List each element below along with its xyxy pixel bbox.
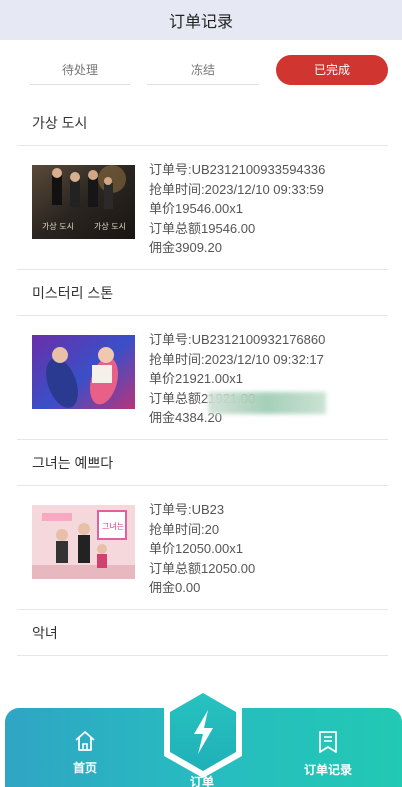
tab-completed[interactable]: 已完成 [276,55,388,85]
order-title: 그녀는 예쁘다 [17,440,388,486]
home-icon [75,731,95,751]
unit-price: 单价12050.00x1 [149,541,243,556]
commission: 佣金0.00 [149,580,201,595]
order-list: 가상 도시 가상 도시 가상 도시 订单号:UB2312100933594336… [17,100,388,656]
bookmark-list-icon [319,731,337,753]
order-title: 미스터리 스톤 [17,270,388,316]
order-title: 가상 도시 [17,100,388,146]
page-title: 订单记录 [168,14,233,31]
nav-order-records-label: 订单记录 [303,763,352,777]
nav-order-records[interactable]: 订单记录 [295,730,361,778]
order-item[interactable]: 미스터리 스톤 订单号:UB2312100932176860 抢单时间:2023… [17,270,388,440]
order-body: 订单号:UB2312100932176860 抢单时间:2023/12/10 0… [17,316,388,440]
grab-time: 抢单时间:2023/12/10 09:32:17 [149,351,324,367]
redaction-blur [208,392,326,414]
bottom-nav: 首页 订单 订单记录 [5,686,402,787]
poster-image: 그녀는 [32,505,135,579]
poster-image [32,335,135,409]
commission: 佣金3909.20 [149,240,222,255]
poster-text: 그녀는 [102,522,124,531]
order-item[interactable]: 악녀 [17,610,388,656]
grab-time: 抢单时间:2023/12/10 09:33:59 [149,181,324,197]
order-body: 가상 도시 가상 도시 订单号:UB2312100933594336 抢单时间:… [17,146,388,270]
poster-text: 가상 도시 [42,221,74,231]
order-item[interactable]: 가상 도시 가상 도시 가상 도시 订单号:UB2312100933594336… [17,100,388,270]
grab-time: 抢单时间:20 [149,521,220,537]
order-number: 订单号:UB2312100932176860 [149,332,326,347]
nav-center-label: 订单 [189,775,214,787]
nav-home[interactable]: 首页 [65,730,105,776]
order-total: 订单总额12050.00 [149,560,256,576]
tab-frozen[interactable]: 冻结 [147,55,259,85]
order-info: 订单号:UB2312100933594336 抢单时间:2023/12/10 0… [149,160,325,258]
order-number: 订单号:UB2312100933594336 [149,162,326,177]
nav-center-button[interactable] [160,684,246,780]
order-total: 订单总额19546.00 [149,220,256,236]
order-body: 그녀는 订单号:UB23 抢单时间:20 单价12050.00x1 订单总额12… [17,486,388,610]
nav-home-label: 首页 [72,761,97,775]
unit-price: 单价19546.00x1 [149,201,243,216]
poster-text: 가상 도시 [94,221,126,231]
poster-image: 가상 도시 가상 도시 [32,165,135,239]
unit-price: 单价21921.00x1 [149,371,243,386]
page-header: 订单记录 [0,0,402,40]
status-tabs: 待处理 冻结 已完成 [30,55,388,85]
order-item[interactable]: 그녀는 예쁘다 그녀는 订单号:UB23 抢单时间:20 单价12050.00x… [17,440,388,610]
order-title: 악녀 [17,610,388,656]
order-number: 订单号:UB23 [149,502,225,517]
tab-pending[interactable]: 待处理 [30,55,130,85]
order-info: 订单号:UB23 抢单时间:20 单价12050.00x1 订单总额12050.… [149,500,255,598]
